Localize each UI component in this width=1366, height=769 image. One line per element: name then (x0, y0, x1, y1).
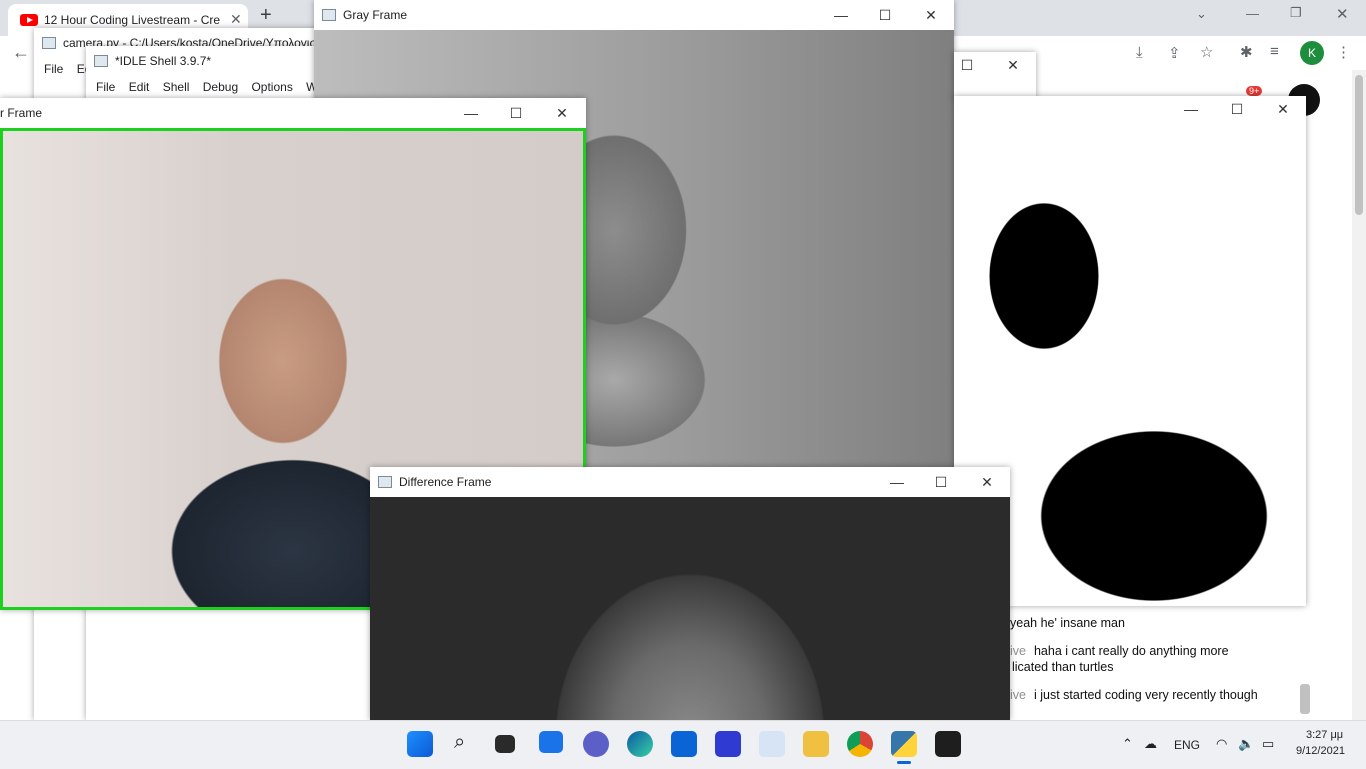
search-icon[interactable]: ⌕ (451, 731, 477, 757)
chat-message: ive i just started coding very recently t… (1010, 688, 1258, 702)
install-icon[interactable]: ⤓ (1136, 44, 1143, 61)
maximize-button[interactable]: ☐ (505, 102, 527, 124)
media-icon[interactable]: ≡ (1270, 43, 1279, 60)
python-icon[interactable] (891, 731, 917, 757)
mail-icon[interactable] (671, 731, 697, 757)
opencv-window-icon (322, 9, 336, 21)
youtube-icon (20, 14, 38, 26)
close-button[interactable]: ✕ (976, 471, 998, 493)
maximize-button[interactable]: ☐ (956, 54, 978, 76)
maximize-button[interactable]: ☐ (1226, 98, 1248, 120)
idle-icon (94, 55, 108, 67)
maximize-button[interactable]: ☐ (874, 4, 896, 26)
notification-badge: 9+ (1246, 86, 1263, 96)
widgets-icon[interactable] (539, 731, 563, 753)
python-file-icon (42, 37, 56, 49)
menu-file[interactable]: File (44, 62, 63, 76)
difference-image (370, 497, 1010, 720)
tab-close-icon[interactable]: ✕ (230, 11, 242, 28)
profile-avatar[interactable]: K (1300, 41, 1324, 65)
chat-author: ive (1010, 644, 1026, 658)
task-view-icon[interactable] (495, 735, 515, 753)
minimize-button[interactable]: — (460, 102, 482, 124)
menu-edit[interactable]: Edit (129, 80, 150, 94)
close-button[interactable]: ✕ (1272, 98, 1294, 120)
chat-message: yeah he' insane man (1010, 616, 1125, 630)
close-button[interactable]: ✕ (920, 4, 942, 26)
menu-icon[interactable]: ⋮ (1336, 43, 1351, 61)
file-explorer-icon[interactable] (803, 731, 829, 757)
terminal-icon[interactable] (935, 731, 961, 757)
opencv-window-icon (378, 476, 392, 488)
tab-title: 12 Hour Coding Livestream - Cre (44, 13, 221, 27)
battery-icon[interactable]: ▭ (1262, 736, 1274, 752)
clock-date[interactable]: 9/12/2021 (1296, 745, 1345, 757)
onedrive-cloud-icon[interactable]: ☁ (1144, 736, 1157, 752)
minimize-button[interactable]: — (886, 471, 908, 493)
language-indicator[interactable]: ENG (1174, 738, 1200, 752)
menu-debug[interactable]: Debug (203, 80, 238, 94)
chevron-up-icon[interactable]: ⌃ (1122, 736, 1133, 752)
app-icon[interactable] (759, 731, 785, 757)
volume-icon[interactable]: 🔈 (1238, 736, 1254, 752)
share-icon[interactable]: ⇪ (1168, 44, 1181, 62)
wifi-icon[interactable]: ◠ (1216, 736, 1227, 752)
start-icon[interactable] (407, 731, 433, 757)
menu-file[interactable]: File (96, 80, 115, 94)
chat-text: yeah he' insane man (1010, 616, 1125, 630)
minimize-button[interactable]: — (1180, 98, 1202, 120)
chrome-icon[interactable] (847, 731, 873, 757)
teams-chat-icon[interactable] (583, 731, 609, 757)
back-icon[interactable]: ← (12, 42, 30, 63)
hidden-window: ☐ ✕ (954, 52, 1036, 100)
difference-title: Difference Frame (399, 475, 492, 489)
window-restore-icon[interactable]: ❐ (1290, 5, 1302, 21)
color-titlebar[interactable]: r Frame — ☐ ✕ (0, 98, 586, 128)
menu-options[interactable]: Options (251, 80, 292, 94)
close-button[interactable]: ✕ (551, 102, 573, 124)
bookmark-star-icon[interactable]: ☆ (1200, 43, 1213, 61)
chat-message: licated than turtles (1012, 660, 1113, 674)
maximize-button[interactable]: ☐ (930, 471, 952, 493)
gray-titlebar[interactable]: Gray Frame — ☐ ✕ (314, 0, 954, 30)
difference-titlebar[interactable]: Difference Frame — ☐ ✕ (370, 467, 1010, 497)
color-title: r Frame (0, 106, 42, 120)
visual-studio-icon[interactable] (715, 731, 741, 757)
window-minimize-icon[interactable]: — (1246, 6, 1259, 21)
extensions-icon[interactable]: ✱ (1240, 43, 1253, 61)
tab-search-icon[interactable]: ⌄ (1196, 6, 1207, 22)
page-scrollbar-thumb[interactable] (1355, 75, 1363, 215)
chat-message: ive haha i cant really do anything more (1010, 644, 1229, 658)
window-close-icon[interactable]: ✕ (1336, 5, 1349, 23)
gray-title: Gray Frame (343, 8, 408, 22)
chat-text: licated than turtles (1012, 660, 1114, 674)
idle-title: *IDLE Shell 3.9.7* (115, 54, 212, 68)
close-button[interactable]: ✕ (1002, 54, 1024, 76)
chat-scrollbar-thumb[interactable] (1300, 684, 1310, 714)
chat-author: ive (1010, 688, 1026, 702)
chat-text: i just started coding very recently thou… (1033, 688, 1258, 702)
active-app-indicator (897, 761, 911, 764)
difference-frame-window: Difference Frame — ☐ ✕ (370, 467, 1010, 720)
chat-text: haha i cant really do anything more (1033, 644, 1229, 658)
menu-shell[interactable]: Shell (163, 80, 190, 94)
edge-icon[interactable] (627, 731, 653, 757)
clock-time[interactable]: 3:27 μμ (1306, 729, 1343, 741)
new-tab-button[interactable]: + (260, 4, 272, 27)
minimize-button[interactable]: — (830, 4, 852, 26)
